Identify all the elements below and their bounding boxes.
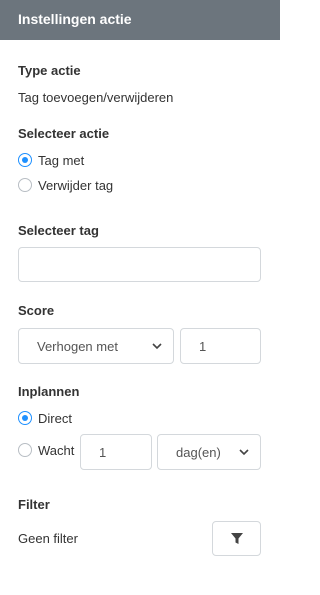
filter-button[interactable]	[212, 521, 261, 556]
radio-verwijder-tag[interactable]: Verwijder tag	[18, 176, 113, 194]
wacht-amount-input[interactable]: 1	[80, 434, 152, 470]
selecteer-actie-label: Selecteer actie	[18, 126, 110, 141]
radio-label: Wacht	[38, 442, 75, 458]
score-amount-input[interactable]: 1	[180, 328, 261, 364]
panel-header: Instellingen actie	[0, 0, 280, 40]
radio-button[interactable]	[18, 443, 32, 457]
score-mode-select[interactable]: Verhogen met	[18, 328, 174, 364]
radio-button[interactable]	[18, 411, 32, 425]
radio-label: Direct	[38, 410, 72, 426]
filter-icon	[230, 532, 243, 544]
radio-label: Tag met	[38, 152, 85, 168]
radio-wacht[interactable]: Wacht	[18, 441, 74, 459]
radio-direct[interactable]: Direct	[18, 409, 72, 427]
score-mode-value: Verhogen met	[37, 338, 118, 354]
inplannen-label: Inplannen	[18, 384, 80, 399]
score-label: Score	[18, 303, 55, 318]
filter-value: Geen filter	[18, 531, 78, 546]
chevron-down-icon	[239, 449, 249, 456]
wacht-unit-value: dag(en)	[176, 444, 221, 460]
type-actie-label: Type actie	[18, 63, 81, 78]
filter-label: Filter	[18, 497, 50, 512]
radio-tag-met[interactable]: Tag met	[18, 151, 84, 169]
type-actie-value: Tag toevoegen/verwijderen	[18, 90, 174, 105]
panel-title: Instellingen actie	[18, 11, 132, 27]
radio-button[interactable]	[18, 178, 32, 192]
wacht-unit-select[interactable]: dag(en)	[157, 434, 261, 470]
selecteer-tag-label: Selecteer tag	[18, 223, 99, 238]
radio-button[interactable]	[18, 153, 32, 167]
chevron-down-icon	[152, 343, 162, 350]
radio-label: Verwijder tag	[38, 177, 114, 193]
tag-input[interactable]	[18, 247, 261, 282]
